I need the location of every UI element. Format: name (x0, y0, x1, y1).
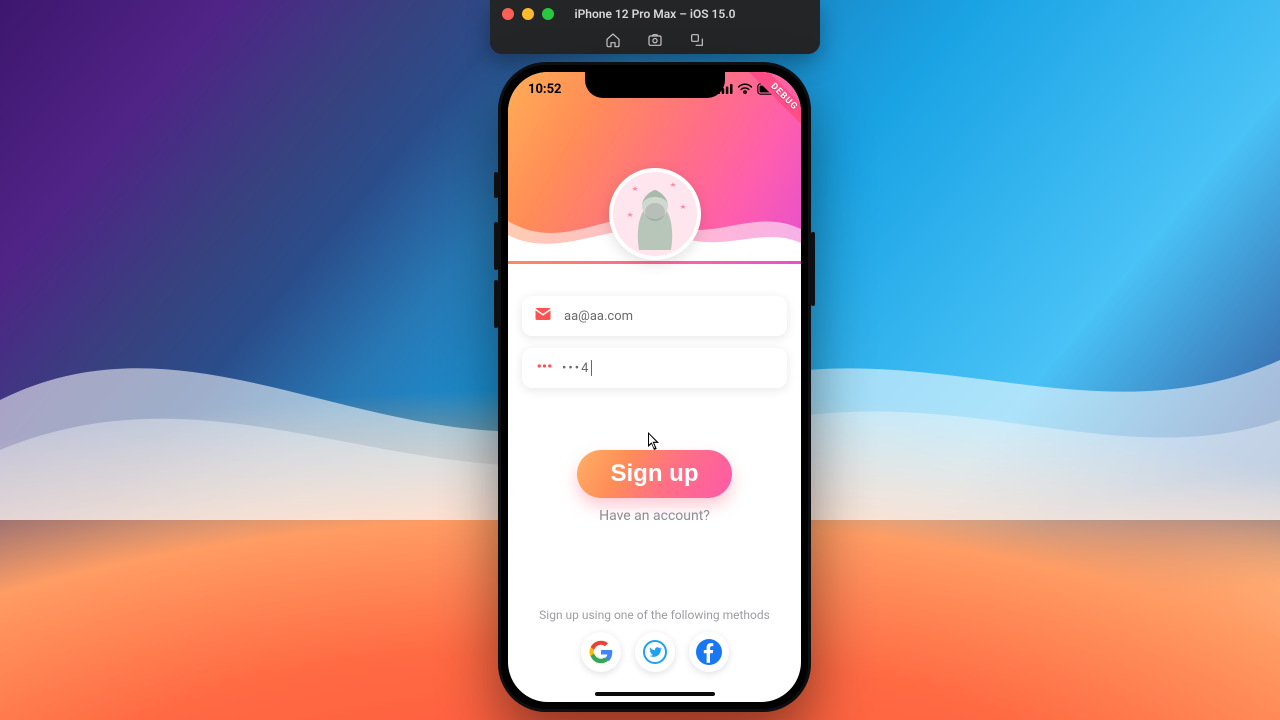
email-input[interactable] (562, 308, 775, 325)
status-time: 10:52 (528, 82, 562, 97)
email-icon (534, 305, 552, 327)
phone-screen: DEBUG 10:52 (508, 72, 801, 702)
notch (585, 72, 725, 98)
volume-down-button (494, 280, 498, 328)
signup-button[interactable]: Sign up (577, 450, 733, 498)
password-field[interactable]: •••4 (522, 348, 787, 388)
mute-switch (494, 172, 498, 198)
social-signup-area: Sign up using one of the following metho… (508, 608, 801, 672)
twitter-icon (643, 640, 667, 664)
facebook-icon (694, 637, 724, 667)
simulator-toolbar (490, 32, 820, 48)
text-caret (591, 360, 592, 376)
social-caption: Sign up using one of the following metho… (539, 608, 770, 622)
email-field[interactable] (522, 296, 787, 336)
wifi-icon (737, 83, 753, 95)
screenshot-icon[interactable] (647, 32, 663, 48)
signup-form: •••4 (508, 296, 801, 388)
home-icon[interactable] (605, 32, 621, 48)
iphone-device-frame: DEBUG 10:52 (498, 62, 811, 712)
social-row (581, 632, 729, 672)
password-icon (534, 357, 552, 379)
facebook-signin-button[interactable] (689, 632, 729, 672)
password-input[interactable]: •••4 (562, 360, 775, 376)
home-indicator (595, 692, 715, 696)
google-signin-button[interactable] (581, 632, 621, 672)
side-button (811, 232, 815, 306)
password-value: •••4 (562, 361, 590, 376)
volume-up-button (494, 222, 498, 270)
signup-area: Sign up Have an account? (508, 450, 801, 524)
simulator-titlebar: iPhone 12 Pro Max – iOS 15.0 (490, 0, 820, 54)
twitter-signin-button[interactable] (635, 632, 675, 672)
simulator-title: iPhone 12 Pro Max – iOS 15.0 (490, 7, 820, 21)
have-account-link[interactable]: Have an account? (599, 508, 710, 524)
google-icon (589, 640, 613, 664)
rotate-icon[interactable] (689, 32, 705, 48)
avatar (609, 168, 701, 260)
